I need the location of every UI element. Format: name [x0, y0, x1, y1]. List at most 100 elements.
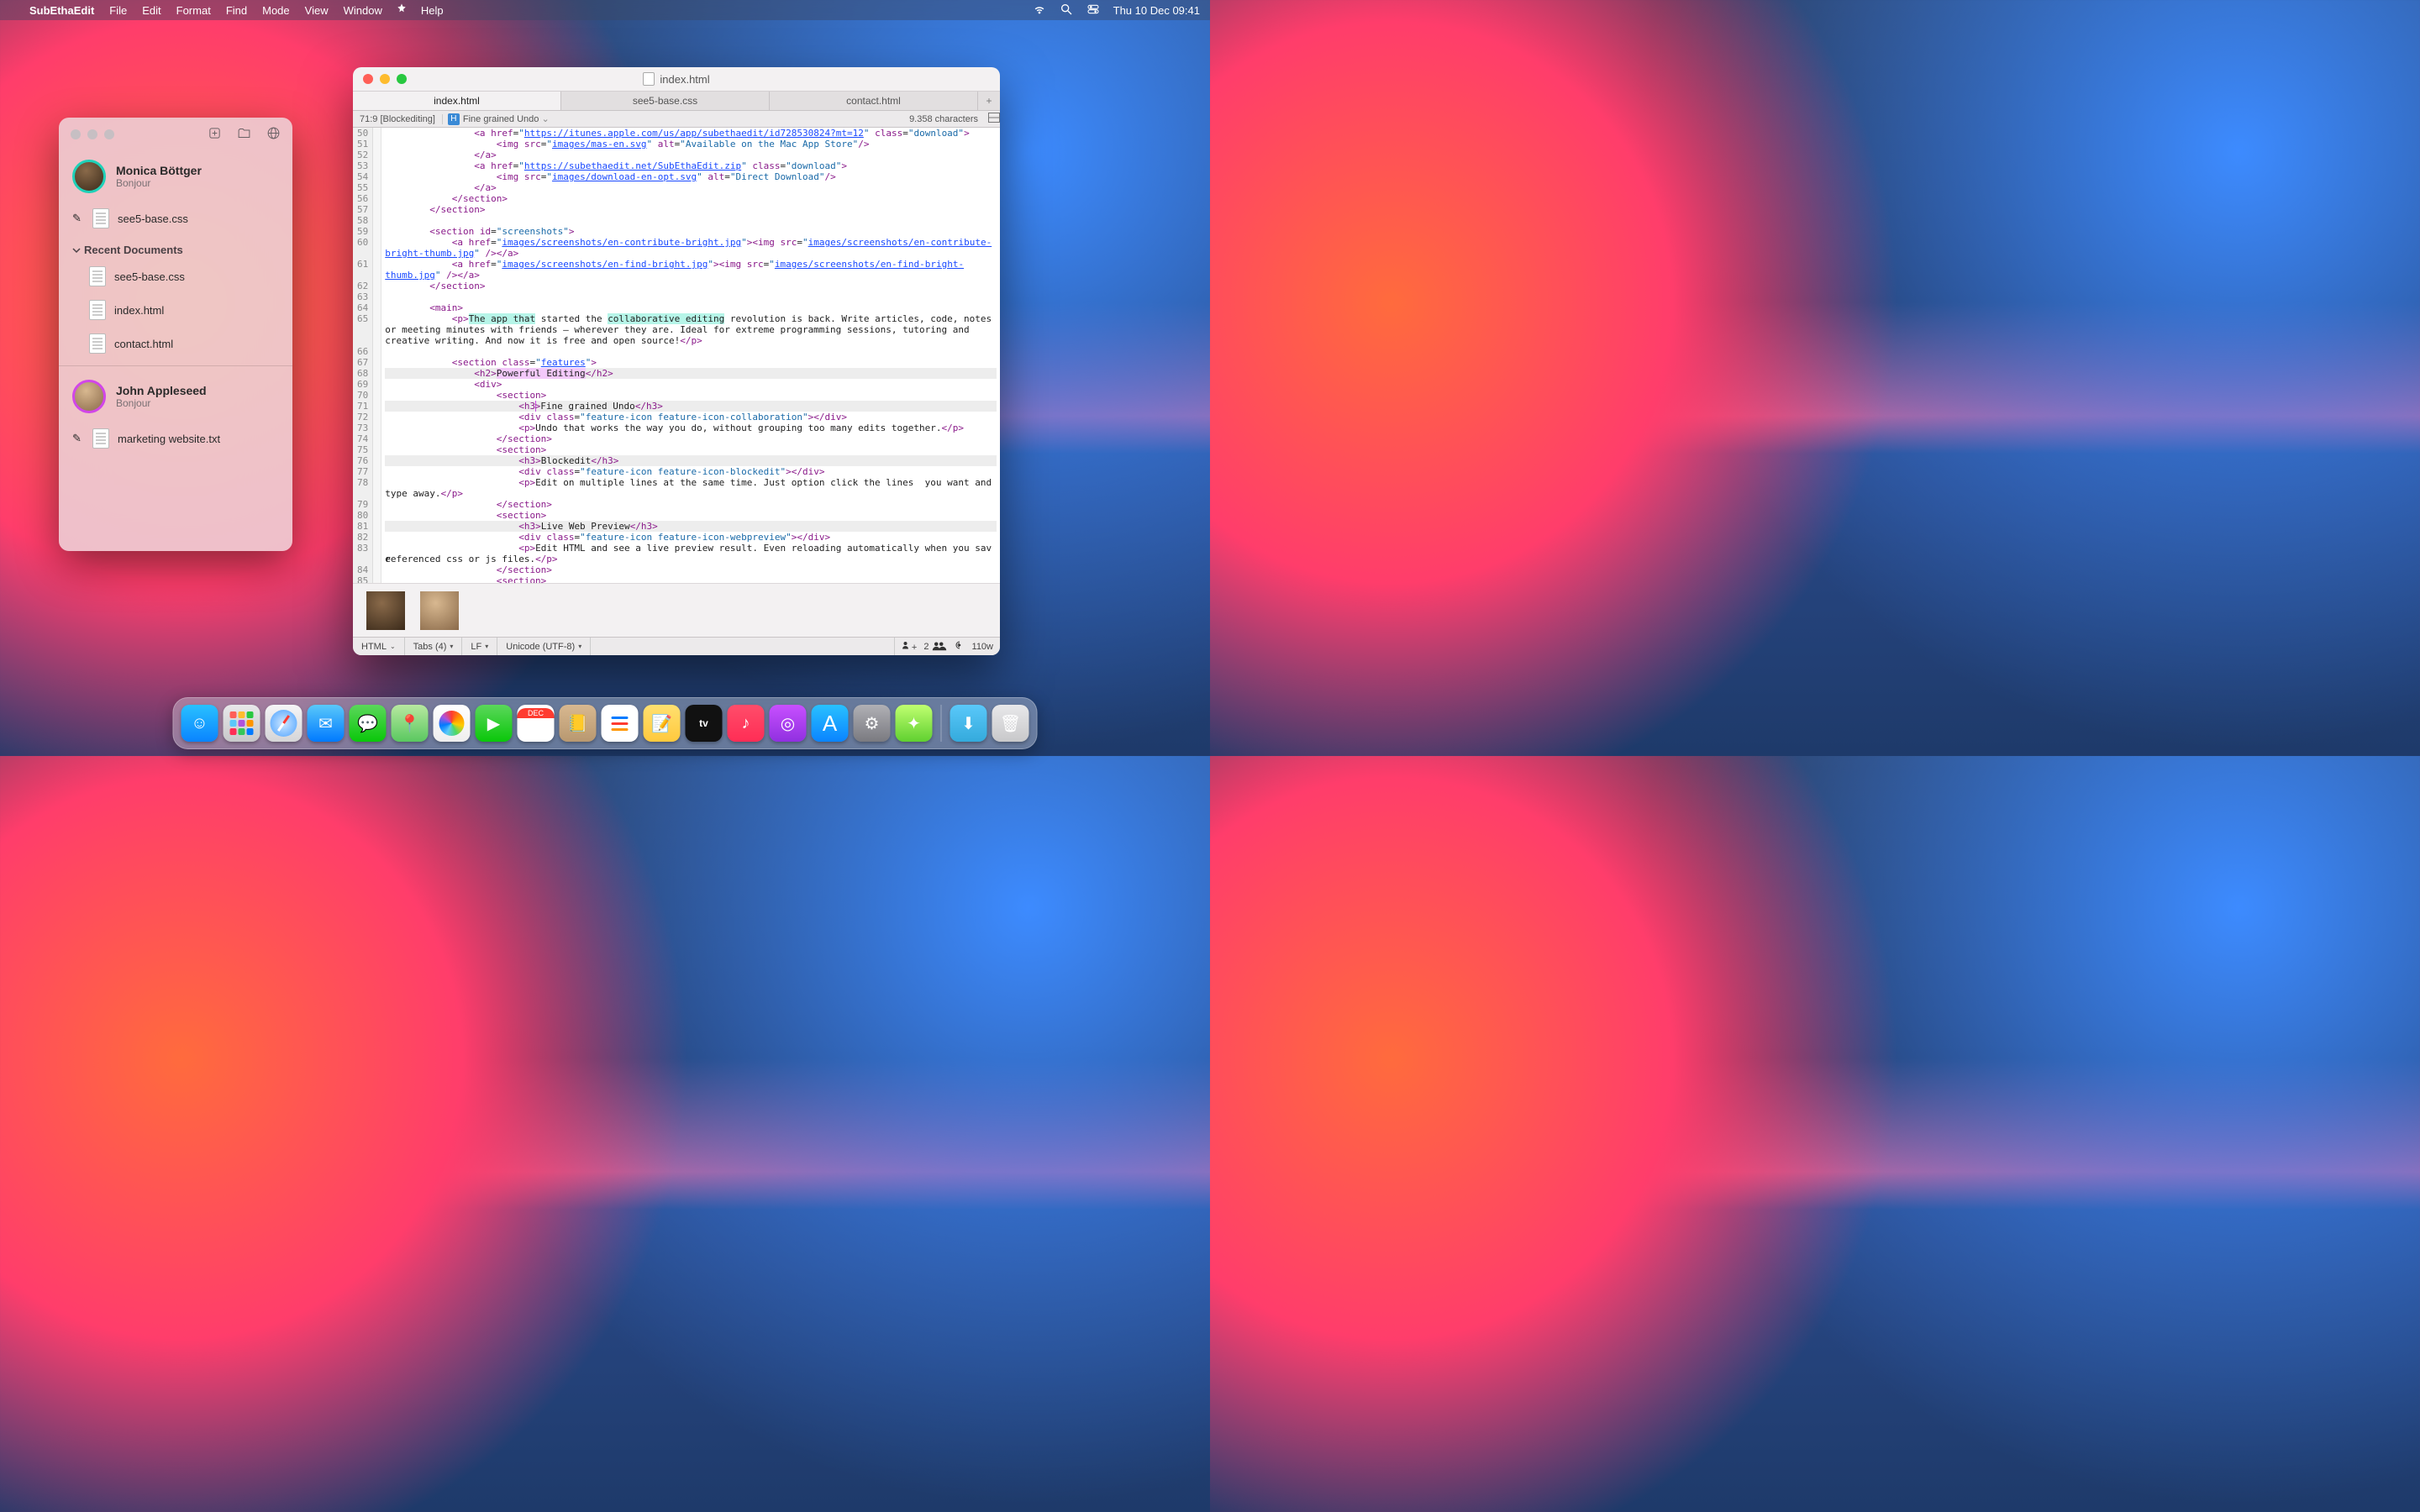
collab-zoom-button[interactable]: [104, 129, 114, 139]
collab-user-sub: Bonjour: [116, 397, 207, 409]
dock-calendar[interactable]: DEC10: [518, 705, 555, 742]
new-tab-button[interactable]: +: [978, 92, 1000, 110]
editor-tab[interactable]: index.html: [353, 92, 561, 110]
dock-photos[interactable]: [434, 705, 471, 742]
recent-documents-header[interactable]: Recent Documents: [59, 235, 292, 260]
menu-app-icon[interactable]: [390, 3, 413, 18]
line-number-gutter: 5051525354555657585960616263646566676869…: [353, 128, 373, 583]
collab-user-name: John Appleseed: [116, 384, 207, 397]
dock-messages[interactable]: 💬: [350, 705, 387, 742]
editor-tabs: index.html see5-base.css contact.html +: [353, 91, 1000, 111]
dock-launchpad[interactable]: [224, 705, 260, 742]
encoding-selector[interactable]: Unicode (UTF-8)▾: [497, 638, 591, 655]
dock-mail[interactable]: ✉︎: [308, 705, 345, 742]
collab-titlebar[interactable]: [59, 118, 292, 151]
menubar-clock[interactable]: Thu 10 Dec 09:41: [1113, 4, 1200, 17]
dock-maps[interactable]: 📍: [392, 705, 429, 742]
collab-user-john[interactable]: John Appleseed Bonjour: [59, 371, 292, 422]
dock-reminders[interactable]: [602, 705, 639, 742]
code-content[interactable]: <a href="https://itunes.apple.com/us/app…: [381, 128, 1000, 583]
dock-podcasts[interactable]: ◎: [770, 705, 807, 742]
character-count: 9.358 characters: [902, 114, 985, 124]
dock-appstore[interactable]: A: [812, 705, 849, 742]
file-name: see5-base.css: [118, 213, 188, 225]
menu-find[interactable]: Find: [218, 4, 255, 17]
recent-file[interactable]: contact.html: [59, 327, 292, 360]
menu-file[interactable]: File: [102, 4, 134, 17]
language-selector[interactable]: HTML⌄: [353, 638, 405, 655]
wrap-width[interactable]: 110w: [972, 642, 993, 652]
open-folder-icon[interactable]: [237, 126, 251, 143]
editing-pencil-icon: ✎: [72, 432, 84, 445]
window-close-button[interactable]: [363, 74, 373, 84]
recent-file[interactable]: index.html: [59, 293, 292, 327]
file-icon: [89, 333, 106, 354]
recent-header-label: Recent Documents: [84, 244, 183, 256]
dock-separator: [941, 705, 942, 742]
dock-contacts[interactable]: 📒: [560, 705, 597, 742]
wifi-icon[interactable]: [1033, 3, 1046, 18]
recent-file[interactable]: see5-base.css: [59, 260, 292, 293]
code-editor[interactable]: 5051525354555657585960616263646566676869…: [353, 128, 1000, 583]
dock-system-preferences[interactable]: ⚙︎: [854, 705, 891, 742]
collab-close-button[interactable]: [71, 129, 81, 139]
announce-icon[interactable]: [954, 640, 965, 653]
editor-tab[interactable]: see5-base.css: [561, 92, 770, 110]
dock-tv[interactable]: tv: [686, 705, 723, 742]
dock: ☺ ✉︎ 💬 📍 ▶︎ DEC10 📒 📝 tv ♪ ◎ A ⚙︎ ✦ ⬇︎ 🗑: [173, 697, 1038, 749]
collab-traffic-lights[interactable]: [71, 129, 114, 139]
editor-tab[interactable]: contact.html: [770, 92, 978, 110]
dock-trash[interactable]: 🗑: [992, 705, 1029, 742]
participant-count: 2: [923, 641, 946, 652]
lineending-selector[interactable]: LF▾: [462, 638, 497, 655]
window-title: index.html: [353, 72, 1000, 86]
control-center-icon[interactable]: [1086, 3, 1100, 18]
dock-notes[interactable]: 📝: [644, 705, 681, 742]
dock-safari[interactable]: [266, 705, 302, 742]
menu-mode[interactable]: Mode: [255, 4, 297, 17]
dock-downloads[interactable]: ⬇︎: [950, 705, 987, 742]
collab-user-name: Monica Böttger: [116, 164, 202, 177]
participant-avatar-john[interactable]: [420, 591, 459, 630]
menu-edit[interactable]: Edit: [134, 4, 168, 17]
window-title-text: index.html: [660, 73, 709, 86]
file-name: marketing website.txt: [118, 433, 220, 445]
menu-help[interactable]: Help: [413, 4, 451, 17]
symbol-popup[interactable]: Fine grained Undo ⌄: [463, 113, 556, 124]
spotlight-icon[interactable]: [1060, 3, 1073, 18]
avatar-monica: [72, 160, 106, 193]
file-name: see5-base.css: [114, 270, 185, 283]
window-minimize-button[interactable]: [380, 74, 390, 84]
collab-user-file[interactable]: ✎ marketing website.txt: [59, 422, 292, 455]
divider: [59, 365, 292, 366]
participant-avatar-monica[interactable]: [366, 591, 405, 630]
menu-format[interactable]: Format: [169, 4, 218, 17]
split-view-icon[interactable]: [985, 113, 1000, 125]
invite-button[interactable]: +: [902, 640, 917, 653]
collab-user-file[interactable]: ✎ see5-base.css: [59, 202, 292, 235]
file-name: contact.html: [114, 338, 173, 350]
tabs-selector[interactable]: Tabs (4)▾: [405, 638, 463, 655]
collab-minimize-button[interactable]: [87, 129, 97, 139]
dock-finder[interactable]: ☺: [182, 705, 218, 742]
dock-music[interactable]: ♪: [728, 705, 765, 742]
editor-titlebar[interactable]: index.html: [353, 67, 1000, 91]
editing-pencil-icon: ✎: [72, 212, 84, 225]
dock-facetime[interactable]: ▶︎: [476, 705, 513, 742]
window-zoom-button[interactable]: [397, 74, 407, 84]
cursor-position[interactable]: 71:9 [Blockediting]: [353, 114, 443, 124]
network-globe-icon[interactable]: [266, 126, 281, 143]
file-icon: [89, 300, 106, 320]
fold-column[interactable]: [373, 128, 381, 583]
editor-infobar: 71:9 [Blockediting] H Fine grained Undo …: [353, 111, 1000, 128]
menu-window[interactable]: Window: [336, 4, 390, 17]
calendar-month: DEC: [518, 708, 555, 718]
file-name: index.html: [114, 304, 164, 317]
editor-traffic-lights[interactable]: [363, 74, 407, 84]
app-menu[interactable]: SubEthaEdit: [22, 4, 102, 17]
menu-view[interactable]: View: [297, 4, 336, 17]
new-document-icon[interactable]: [208, 126, 222, 143]
dock-subethaedit[interactable]: ✦: [896, 705, 933, 742]
editor-window: index.html index.html see5-base.css cont…: [353, 67, 1000, 655]
collab-user-monica[interactable]: Monica Böttger Bonjour: [59, 151, 292, 202]
